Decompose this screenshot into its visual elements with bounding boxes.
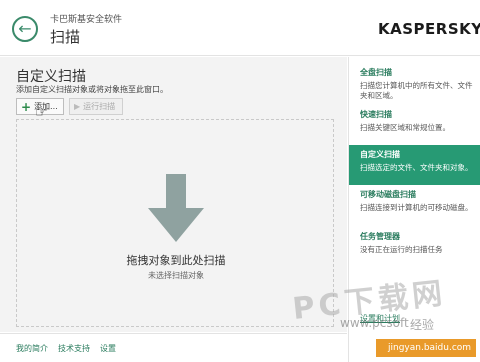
page-title: 扫描 — [50, 28, 81, 46]
sidebar-item-desc: 扫描关键区域和常规位置。 — [360, 123, 450, 132]
watermark-bar: jingyan.baidu.com 报告 — [376, 339, 476, 362]
footer-link-support[interactable]: 技术支持 — [58, 343, 90, 354]
arrow-down-icon — [148, 174, 204, 242]
sidebar-item-quick-scan[interactable]: 快速扫描 扫描关键区域和常规位置。 — [349, 105, 480, 145]
plus-icon: + — [21, 99, 32, 114]
watermark-brand: 经验 — [410, 318, 435, 332]
drop-zone-title: 拖拽对象到此处扫描 — [126, 254, 226, 267]
footer-link-profile[interactable]: 我的简介 — [16, 343, 48, 354]
play-icon: ▶ — [74, 102, 81, 111]
sidebar-item-full-scan[interactable]: 全盘扫描 扫描您计算机中的所有文件、文件夹和区域。 — [349, 63, 480, 103]
drop-zone[interactable]: 拖拽对象到此处扫描 未选择扫描对象 — [16, 119, 334, 327]
main-panel: 自定义扫描 添加自定义扫描对象或将对象拖至此窗口。 + 添加... ▶ 运行扫描 ☞… — [0, 57, 347, 332]
run-scan-button[interactable]: ▶ 运行扫描 — [69, 98, 123, 115]
title-bar: ← 卡巴斯基安全软件 扫描 KASPERSKYlab — [0, 0, 480, 56]
app-name: 卡巴斯基安全软件 — [50, 15, 123, 25]
run-scan-label: 运行扫描 — [83, 102, 116, 111]
kaspersky-logo: KASPERSKYlab — [378, 20, 480, 38]
sidebar-item-title: 快速扫描 — [360, 110, 392, 119]
sidebar-item-title: 可移动磁盘扫描 — [360, 190, 416, 199]
watermark-url: www.pcsoft — [340, 316, 409, 330]
sidebar-item-desc: 扫描您计算机中的所有文件、文件夹和区域。 — [360, 81, 473, 101]
sidebar-item-removable-scan[interactable]: 可移动磁盘扫描 扫描连接到计算机的可移动磁盘。 — [349, 185, 480, 225]
sidebar-item-title: 自定义扫描 — [360, 150, 400, 159]
sidebar-item-title: 全盘扫描 — [360, 68, 392, 77]
arrow-left-icon: ← — [18, 19, 32, 38]
section-title: 自定义扫描 — [16, 69, 86, 85]
sidebar-item-custom-scan[interactable]: 自定义扫描 扫描选定的文件、文件夹和对象。 — [349, 145, 480, 185]
section-description: 添加自定义扫描对象或将对象拖至此窗口。 — [16, 85, 168, 94]
drop-zone-status: 未选择扫描对象 — [148, 271, 204, 280]
sidebar-item-desc: 没有正在运行的扫描任务 — [360, 245, 443, 254]
back-button[interactable]: ← — [12, 16, 38, 42]
footer-bar: 我的简介 技术支持 设置 — [0, 333, 347, 362]
hand-cursor-icon: ☞ — [35, 105, 48, 121]
sidebar-item-title: 任务管理器 — [360, 232, 400, 241]
sidebar-item-desc: 扫描连接到计算机的可移动磁盘。 — [360, 203, 473, 212]
footer-link-settings[interactable]: 设置 — [100, 343, 116, 354]
sidebar-item-desc: 扫描选定的文件、文件夹和对象。 — [360, 163, 473, 172]
sidebar-item-task-manager[interactable]: 任务管理器 没有正在运行的扫描任务 — [349, 227, 480, 267]
